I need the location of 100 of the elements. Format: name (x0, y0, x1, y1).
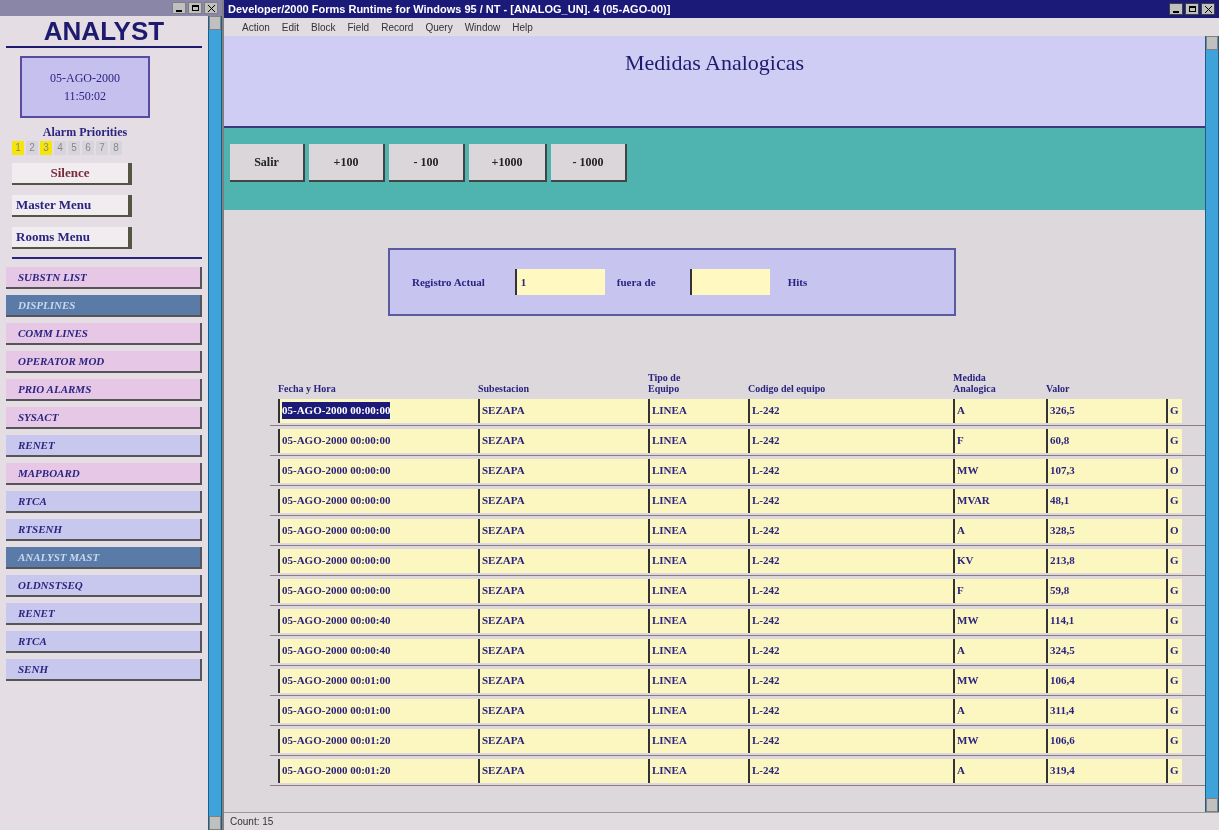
table-cell[interactable]: A (953, 398, 1046, 423)
table-cell[interactable]: A (953, 698, 1046, 723)
table-cell[interactable]: 05-AGO-2000 00:00:00 (278, 488, 478, 513)
table-cell[interactable]: L-242 (748, 668, 953, 693)
table-cell[interactable]: LINEA (648, 668, 748, 693)
table-cell[interactable]: 106,4 (1046, 668, 1166, 693)
menu-button[interactable]: Rooms Menu (12, 227, 132, 249)
display-item[interactable]: RTCA (6, 491, 202, 513)
table-cell[interactable]: MW (953, 608, 1046, 633)
table-cell[interactable]: G (1166, 698, 1182, 723)
table-cell[interactable]: SEZAPA (478, 398, 648, 423)
table-cell[interactable]: G (1166, 608, 1182, 633)
maximize-icon[interactable] (1185, 3, 1199, 15)
table-cell[interactable]: 59,8 (1046, 578, 1166, 603)
table-cell[interactable]: SEZAPA (478, 458, 648, 483)
total-field[interactable] (689, 269, 770, 295)
table-cell[interactable]: LINEA (648, 398, 748, 423)
table-cell[interactable]: 319,4 (1046, 758, 1166, 783)
table-cell[interactable]: 05-AGO-2000 00:00:40 (278, 608, 478, 633)
table-cell[interactable]: 324,5 (1046, 638, 1166, 663)
table-cell[interactable]: 60,8 (1046, 428, 1166, 453)
table-cell[interactable]: F (953, 428, 1046, 453)
menu-item[interactable]: Help (512, 19, 533, 35)
table-cell[interactable]: MW (953, 668, 1046, 693)
table-cell[interactable]: G (1166, 668, 1182, 693)
table-cell[interactable]: MW (953, 728, 1046, 753)
table-cell[interactable]: A (953, 758, 1046, 783)
display-item[interactable]: COMM LINES (6, 323, 202, 345)
display-item[interactable]: MAPBOARD (6, 463, 202, 485)
table-cell[interactable]: SEZAPA (478, 608, 648, 633)
minimize-icon[interactable] (1169, 3, 1183, 15)
display-item[interactable]: PRIO ALARMS (6, 379, 202, 401)
table-cell[interactable]: LINEA (648, 638, 748, 663)
display-item[interactable]: SENH (6, 659, 202, 681)
table-cell[interactable]: SEZAPA (478, 518, 648, 543)
table-cell[interactable]: 05-AGO-2000 00:00:00 (278, 458, 478, 483)
display-item[interactable]: OLDNSTSEQ (6, 575, 202, 597)
table-cell[interactable]: MW (953, 458, 1046, 483)
table-cell[interactable]: G (1166, 578, 1182, 603)
table-cell[interactable]: LINEA (648, 758, 748, 783)
table-cell[interactable]: LINEA (648, 728, 748, 753)
maximize-icon[interactable] (188, 2, 202, 14)
table-cell[interactable]: 107,3 (1046, 458, 1166, 483)
table-cell[interactable]: SEZAPA (478, 548, 648, 573)
table-cell[interactable]: O (1166, 458, 1182, 483)
display-item[interactable]: SUBSTN LIST (6, 267, 202, 289)
table-cell[interactable]: F (953, 578, 1046, 603)
display-item[interactable]: SYSACT (6, 407, 202, 429)
table-cell[interactable]: L-242 (748, 728, 953, 753)
table-cell[interactable]: G (1166, 398, 1182, 423)
table-cell[interactable]: 114,1 (1046, 608, 1166, 633)
menu-button[interactable]: Master Menu (12, 195, 132, 217)
table-cell[interactable]: LINEA (648, 428, 748, 453)
close-icon[interactable] (1201, 3, 1215, 15)
display-item[interactable]: OPERATOR MOD (6, 351, 202, 373)
table-cell[interactable]: SEZAPA (478, 758, 648, 783)
record-field[interactable]: 1 (514, 269, 605, 295)
table-cell[interactable]: 05-AGO-2000 00:00:00 (278, 578, 478, 603)
table-cell[interactable]: LINEA (648, 608, 748, 633)
table-cell[interactable]: KV (953, 548, 1046, 573)
menu-button[interactable]: Silence (12, 163, 132, 185)
table-cell[interactable]: SEZAPA (478, 578, 648, 603)
table-cell[interactable]: G (1166, 728, 1182, 753)
nav-button[interactable]: +100 (309, 144, 385, 182)
table-cell[interactable]: 05-AGO-2000 00:00:00 (278, 518, 478, 543)
table-cell[interactable]: MVAR (953, 488, 1046, 513)
table-cell[interactable]: L-242 (748, 608, 953, 633)
table-cell[interactable]: A (953, 638, 1046, 663)
table-cell[interactable]: G (1166, 428, 1182, 453)
table-cell[interactable]: A (953, 518, 1046, 543)
table-cell[interactable]: SEZAPA (478, 488, 648, 513)
display-item[interactable]: RENET (6, 435, 202, 457)
table-cell[interactable]: 106,6 (1046, 728, 1166, 753)
table-cell[interactable]: G (1166, 638, 1182, 663)
nav-button[interactable]: - 100 (389, 144, 465, 182)
display-item[interactable]: RTSENH (6, 519, 202, 541)
table-cell[interactable]: L-242 (748, 458, 953, 483)
table-cell[interactable]: LINEA (648, 548, 748, 573)
menu-item[interactable]: Field (347, 19, 370, 35)
nav-button[interactable]: +1000 (469, 144, 547, 182)
nav-button[interactable]: Salir (230, 144, 305, 182)
table-cell[interactable]: 328,5 (1046, 518, 1166, 543)
table-cell[interactable]: L-242 (748, 548, 953, 573)
menu-item[interactable]: Record (381, 19, 414, 35)
table-cell[interactable]: 05-AGO-2000 00:01:20 (278, 758, 478, 783)
menu-item[interactable]: Block (311, 19, 336, 35)
table-cell[interactable]: LINEA (648, 488, 748, 513)
table-cell[interactable]: 213,8 (1046, 548, 1166, 573)
table-cell[interactable]: SEZAPA (478, 428, 648, 453)
table-cell[interactable]: L-242 (748, 638, 953, 663)
table-cell[interactable]: 05-AGO-2000 00:01:20 (278, 728, 478, 753)
menu-item[interactable]: Query (425, 19, 453, 35)
table-cell[interactable]: SEZAPA (478, 698, 648, 723)
table-cell[interactable]: LINEA (648, 518, 748, 543)
table-cell[interactable]: 05-AGO-2000 00:00:00 (278, 428, 478, 453)
table-cell[interactable]: SEZAPA (478, 638, 648, 663)
menu-item[interactable]: Action (242, 19, 270, 35)
table-cell[interactable]: L-242 (748, 578, 953, 603)
display-item[interactable]: RENET (6, 603, 202, 625)
menu-item[interactable]: Window (464, 19, 501, 35)
